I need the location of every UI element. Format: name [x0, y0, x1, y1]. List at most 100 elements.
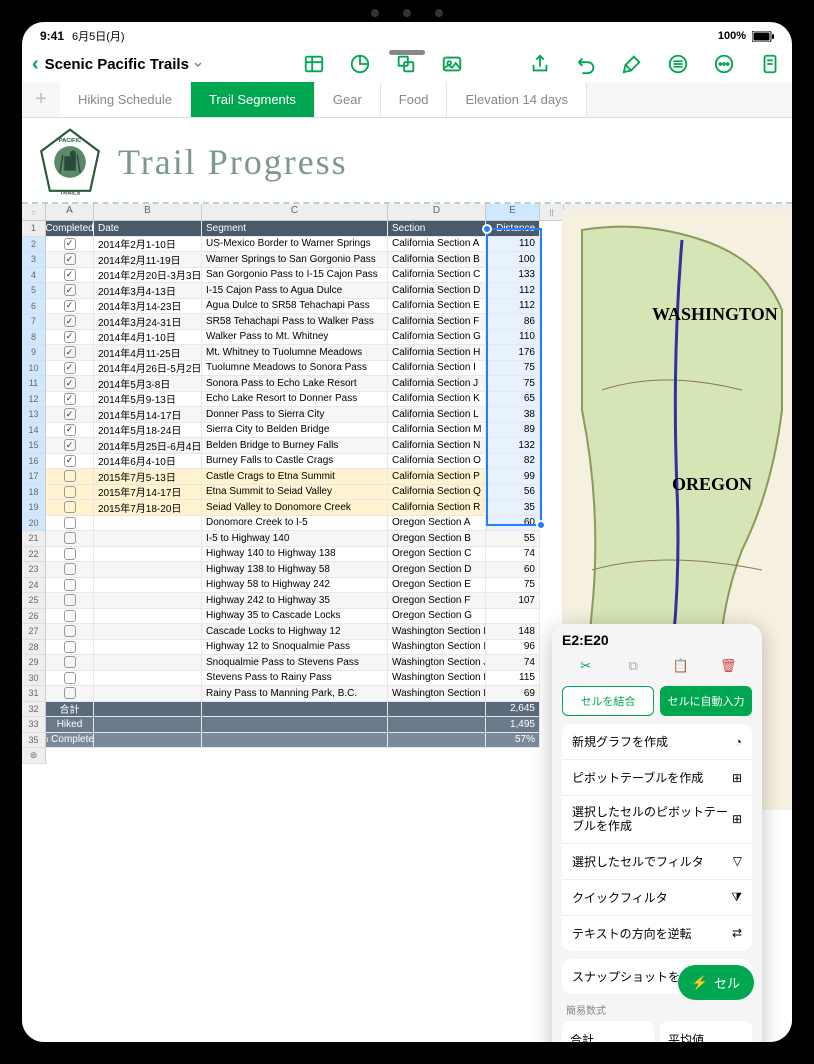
cell-segment[interactable]: Mt. Whitney to Tuolumne Meadows	[202, 345, 388, 361]
cell-date[interactable]: 2014年5月18-24日	[94, 423, 202, 439]
cell-date[interactable]: 2014年4月26日-5月2日	[94, 361, 202, 377]
cell-completed[interactable]	[46, 268, 94, 284]
insert-media-icon[interactable]	[440, 52, 464, 76]
cell-completed[interactable]	[46, 392, 94, 408]
insert-table-icon[interactable]	[302, 52, 326, 76]
cell-date[interactable]	[94, 562, 202, 578]
cell-distance[interactable]: 99	[486, 469, 540, 485]
cell-date[interactable]: 2014年4月11-25日	[94, 345, 202, 361]
cell-distance[interactable]: 100	[486, 252, 540, 268]
cell-distance[interactable]: 96	[486, 640, 540, 656]
cell-completed[interactable]	[46, 609, 94, 625]
cell-completed[interactable]	[46, 485, 94, 501]
header-section[interactable]: Section	[388, 221, 486, 237]
cell-distance[interactable]: 132	[486, 438, 540, 454]
cell-distance[interactable]: 74	[486, 655, 540, 671]
cell-section[interactable]: California Section H	[388, 345, 486, 361]
cell-section[interactable]: California Section A	[388, 237, 486, 253]
header-completed[interactable]: Completed	[46, 221, 94, 237]
cell-completed[interactable]	[46, 547, 94, 563]
more-icon[interactable]	[712, 52, 736, 76]
cell-section[interactable]: Oregon Section D	[388, 562, 486, 578]
cell-completed[interactable]	[46, 299, 94, 315]
cell-date[interactable]: 2014年5月14-17日	[94, 407, 202, 423]
col-header-d[interactable]: D	[388, 204, 486, 220]
cell-segment[interactable]: Donner Pass to Sierra City	[202, 407, 388, 423]
cell-section[interactable]: California Section F	[388, 314, 486, 330]
cell-segment[interactable]: San Gorgonio Pass to I-15 Cajon Pass	[202, 268, 388, 284]
cell-date[interactable]	[94, 609, 202, 625]
cell-completed[interactable]	[46, 655, 94, 671]
undo-icon[interactable]	[574, 52, 598, 76]
cell-segment[interactable]: Sonora Pass to Echo Lake Resort	[202, 376, 388, 392]
cell-segment[interactable]: Etna Summit to Seiad Valley	[202, 485, 388, 501]
cell-distance[interactable]: 75	[486, 578, 540, 594]
organize-icon[interactable]	[666, 52, 690, 76]
cell-section[interactable]: Washington Section K	[388, 671, 486, 687]
cell-distance[interactable]	[486, 609, 540, 625]
cell-segment[interactable]: Echo Lake Resort to Donner Pass	[202, 392, 388, 408]
format-brush-icon[interactable]	[620, 52, 644, 76]
cut-icon[interactable]: ✂	[574, 654, 598, 678]
cell-segment[interactable]: US-Mexico Border to Warner Springs	[202, 237, 388, 253]
cell-distance[interactable]: 112	[486, 299, 540, 315]
autofill-button[interactable]: セルに自動入力	[660, 686, 752, 716]
cell-distance[interactable]: 35	[486, 500, 540, 516]
cell-completed[interactable]	[46, 578, 94, 594]
cell-segment[interactable]: Highway 12 to Snoqualmie Pass	[202, 640, 388, 656]
cell-segment[interactable]: Tuolumne Meadows to Sonora Pass	[202, 361, 388, 377]
menu-new-chart[interactable]: 新規グラフを作成◔	[562, 724, 752, 760]
col-header-b[interactable]: B	[94, 204, 202, 220]
cell-distance[interactable]: 82	[486, 454, 540, 470]
cell-date[interactable]: 2015年7月5-13日	[94, 469, 202, 485]
tab-hiking-schedule[interactable]: Hiking Schedule	[60, 82, 191, 117]
col-header-c[interactable]: C	[202, 204, 388, 220]
cell-section[interactable]: Washington Section J	[388, 655, 486, 671]
cell-date[interactable]: 2014年2月1-10日	[94, 237, 202, 253]
formula-sum[interactable]: 合計	[562, 1021, 654, 1042]
cell-segment[interactable]: Highway 58 to Highway 242	[202, 578, 388, 594]
cell-date[interactable]	[94, 593, 202, 609]
menu-reverse-text[interactable]: テキストの方向を逆転⇄	[562, 916, 752, 951]
cell-segment[interactable]: Snoqualmie Pass to Stevens Pass	[202, 655, 388, 671]
col-header-e[interactable]: E	[486, 204, 540, 220]
add-row-handle[interactable]: ⊜	[22, 748, 46, 764]
cell-date[interactable]: 2014年6月4-10日	[94, 454, 202, 470]
cell-segment[interactable]: Seiad Valley to Donomore Creek	[202, 500, 388, 516]
menu-pivot-selected[interactable]: 選択したセルのピボットテーブルを作成⊞	[562, 796, 752, 844]
cell-segment[interactable]: Sierra City to Belden Bridge	[202, 423, 388, 439]
cell-section[interactable]: Washington Section L	[388, 686, 486, 702]
cell-segment[interactable]: Cascade Locks to Highway 12	[202, 624, 388, 640]
cell-distance[interactable]: 69	[486, 686, 540, 702]
cell-section[interactable]: California Section E	[388, 299, 486, 315]
cell-distance[interactable]: 115	[486, 671, 540, 687]
add-sheet-button[interactable]: +	[22, 88, 60, 111]
cell-completed[interactable]	[46, 562, 94, 578]
cell-date[interactable]: 2014年2月20日-3月3日	[94, 268, 202, 284]
cell-completed[interactable]	[46, 640, 94, 656]
cell-distance[interactable]: 75	[486, 376, 540, 392]
cell-date[interactable]	[94, 547, 202, 563]
cell-completed[interactable]	[46, 314, 94, 330]
document-settings-icon[interactable]	[758, 52, 782, 76]
cell-section[interactable]: California Section P	[388, 469, 486, 485]
cell-segment[interactable]: Walker Pass to Mt. Whitney	[202, 330, 388, 346]
cell-section[interactable]: California Section Q	[388, 485, 486, 501]
cell-date[interactable]: 2014年5月3-8日	[94, 376, 202, 392]
cell-completed[interactable]	[46, 252, 94, 268]
cell-completed[interactable]	[46, 361, 94, 377]
cell-distance[interactable]: 38	[486, 407, 540, 423]
cell-date[interactable]: 2014年2月11-19日	[94, 252, 202, 268]
cell-segment[interactable]: SR58 Tehachapi Pass to Walker Pass	[202, 314, 388, 330]
cell-distance[interactable]: 133	[486, 268, 540, 284]
menu-filter-selected[interactable]: 選択したセルでフィルタ▽	[562, 844, 752, 880]
cell-section[interactable]: California Section J	[388, 376, 486, 392]
cell-date[interactable]	[94, 686, 202, 702]
cell-distance[interactable]: 74	[486, 547, 540, 563]
cell-completed[interactable]	[46, 593, 94, 609]
cell-section[interactable]: California Section M	[388, 423, 486, 439]
cell-completed[interactable]	[46, 423, 94, 439]
cell-date[interactable]	[94, 671, 202, 687]
cell-section[interactable]: Oregon Section G	[388, 609, 486, 625]
document-title[interactable]: Scenic Pacific Trails	[45, 56, 203, 73]
